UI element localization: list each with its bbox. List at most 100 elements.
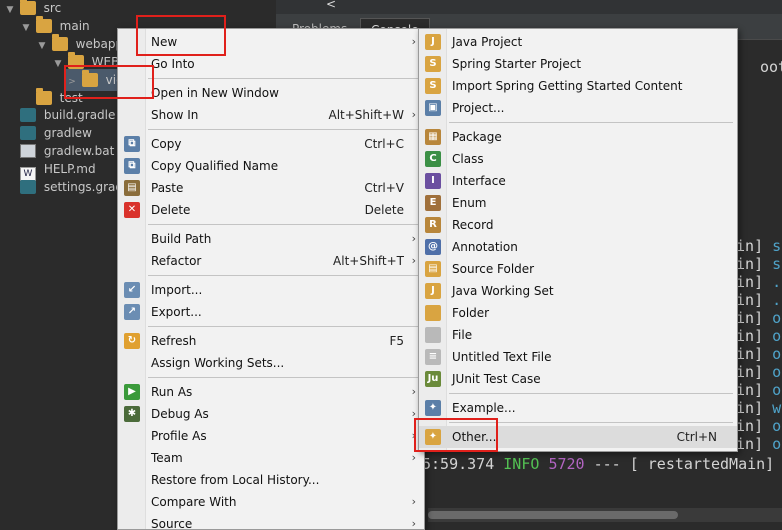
tree-item-label: build.gradle	[43, 108, 116, 122]
tree-item-label: src	[43, 1, 62, 15]
menu-item-source[interactable]: Source ›	[118, 513, 424, 530]
menu-item-label: Annotation	[452, 240, 518, 254]
new-menu-item-example[interactable]: ✦ Example...	[419, 397, 737, 419]
menu-item-label: JUnit Test Case	[452, 372, 541, 386]
menu-item-copy-qualified-name[interactable]: ⧉ Copy Qualified Name	[118, 155, 424, 177]
menu-separator	[148, 377, 420, 378]
menu-separator	[148, 78, 420, 79]
menu-item-profile-as[interactable]: Profile As ›	[118, 425, 424, 447]
menu-item-shortcut: Ctrl+V	[364, 181, 404, 195]
scroll-left-arrow[interactable]: <	[326, 0, 336, 11]
run-icon: ▶	[124, 384, 140, 400]
log-logger: o.	[772, 381, 782, 399]
paste-icon: ▤	[124, 180, 140, 196]
gradle-file-icon	[20, 180, 36, 194]
submenu-arrow-icon: ›	[411, 495, 416, 508]
menu-item-shortcut: F5	[389, 334, 404, 348]
menu-item-new[interactable]: New ›	[118, 31, 424, 53]
menu-separator	[148, 275, 420, 276]
annotation-icon: @	[425, 239, 441, 255]
package-icon: ▦	[425, 129, 441, 145]
new-menu-item-record[interactable]: R Record	[419, 214, 737, 236]
menu-item-debug-as[interactable]: ✱ Debug As ›	[118, 403, 424, 425]
menu-item-label: Example...	[452, 401, 516, 415]
new-menu-item-spring-starter-project[interactable]: S Spring Starter Project	[419, 53, 737, 75]
menu-item-label: Java Project	[452, 35, 523, 49]
menu-item-team[interactable]: Team ›	[118, 447, 424, 469]
menu-item-label: Other...	[452, 430, 497, 444]
tree-item-label: main	[59, 19, 90, 33]
java-working-set-icon: J	[425, 283, 441, 299]
menu-separator	[148, 326, 420, 327]
submenu-arrow-icon: ›	[411, 254, 416, 267]
eclipse-ide-window: ▼ src ▼ main ▼ webapp ▼ WEB- > vie test	[0, 0, 782, 530]
menu-item-shortcut: Ctrl+C	[364, 137, 404, 151]
menu-item-copy[interactable]: ⧉ Copy Ctrl+C	[118, 133, 424, 155]
new-menu-item-class[interactable]: C Class	[419, 148, 737, 170]
new-menu-item-java-project[interactable]: J Java Project	[419, 31, 737, 53]
new-menu-item-package[interactable]: ▦ Package	[419, 126, 737, 148]
menu-item-shortcut: Delete	[364, 203, 404, 217]
new-menu-item-annotation[interactable]: @ Annotation	[419, 236, 737, 258]
new-menu-item-import-spring-getting-started-content[interactable]: S Import Spring Getting Started Content	[419, 75, 737, 97]
expand-twisty-icon[interactable]: ▼	[36, 35, 48, 57]
project-icon: ▣	[425, 100, 441, 116]
new-menu-item-interface[interactable]: I Interface	[419, 170, 737, 192]
spring-import-icon: S	[425, 78, 441, 94]
menu-item-restore-from-local-history[interactable]: Restore from Local History...	[118, 469, 424, 491]
new-menu-item-folder[interactable]: Folder	[419, 302, 737, 324]
new-menu-item-untitled-text-file[interactable]: ≡ Untitled Text File	[419, 346, 737, 368]
new-submenu: J Java Project S Spring Starter Project S Imp…	[418, 28, 738, 452]
menu-item-refactor[interactable]: Refactor Alt+Shift+T ›	[118, 250, 424, 272]
menu-item-assign-working-sets[interactable]: Assign Working Sets...	[118, 352, 424, 374]
expand-twisty-icon[interactable]: ▼	[52, 53, 64, 75]
menu-item-open-in-new-window[interactable]: Open in New Window	[118, 82, 424, 104]
log-level: INFO	[503, 455, 540, 473]
menu-item-delete[interactable]: ✕ Delete Delete	[118, 199, 424, 221]
new-menu-item-file[interactable]: File	[419, 324, 737, 346]
log-logger: .e	[772, 291, 782, 309]
enum-icon: E	[425, 195, 441, 211]
interface-icon: I	[425, 173, 441, 189]
menu-item-export[interactable]: ↗ Export...	[118, 301, 424, 323]
submenu-arrow-icon: ›	[411, 517, 416, 530]
menu-item-label: Untitled Text File	[452, 350, 552, 364]
tree-item-label: gradlew	[43, 126, 92, 140]
menu-item-go-into[interactable]: Go Into	[118, 53, 424, 75]
new-menu-item-junit-test-case[interactable]: Ju JUnit Test Case	[419, 368, 737, 390]
menu-item-label: Source Folder	[452, 262, 535, 276]
delete-icon: ✕	[124, 202, 140, 218]
menu-item-build-path[interactable]: Build Path ›	[118, 228, 424, 250]
menu-item-label: Debug As	[151, 407, 209, 421]
menu-item-run-as[interactable]: ▶ Run As ›	[118, 381, 424, 403]
copy-icon: ⧉	[124, 136, 140, 152]
other-wizard-icon: ✦	[425, 429, 441, 445]
new-menu-item-enum[interactable]: E Enum	[419, 192, 737, 214]
folder-icon	[19, 0, 36, 15]
new-menu-item-other[interactable]: ✦ Other... Ctrl+N	[419, 426, 737, 448]
menu-item-refresh[interactable]: ↻ Refresh F5	[118, 330, 424, 352]
menu-item-shortcut: Alt+Shift+W	[328, 108, 405, 122]
submenu-arrow-icon: ›	[411, 429, 416, 442]
menu-item-compare-with[interactable]: Compare With ›	[118, 491, 424, 513]
new-menu-item-project[interactable]: ▣ Project...	[419, 97, 737, 119]
menu-item-show-in[interactable]: Show In Alt+Shift+W ›	[118, 104, 424, 126]
menu-item-paste[interactable]: ▤ Paste Ctrl+V	[118, 177, 424, 199]
menu-item-import[interactable]: ↙ Import...	[118, 279, 424, 301]
log-logger: o.	[772, 327, 782, 345]
new-menu-item-source-folder[interactable]: ▤ Source Folder	[419, 258, 737, 280]
horizontal-scrollbar[interactable]	[428, 508, 782, 522]
expand-twisty-icon[interactable]: ▼	[4, 0, 16, 21]
expand-twisty-icon[interactable]: ▼	[20, 17, 32, 39]
log-pid: 5720	[548, 455, 585, 473]
scrollbar-thumb[interactable]	[428, 511, 678, 519]
submenu-arrow-icon: ›	[411, 407, 416, 420]
bat-file-icon	[20, 144, 36, 158]
log-time: 5:59.374	[422, 455, 495, 473]
new-menu-item-java-working-set[interactable]: J Java Working Set	[419, 280, 737, 302]
record-icon: R	[425, 217, 441, 233]
log-logger: si	[772, 237, 782, 255]
menu-item-label: Folder	[452, 306, 490, 320]
menu-item-label: Copy	[151, 137, 182, 151]
tree-item-label: webapp	[75, 37, 124, 51]
